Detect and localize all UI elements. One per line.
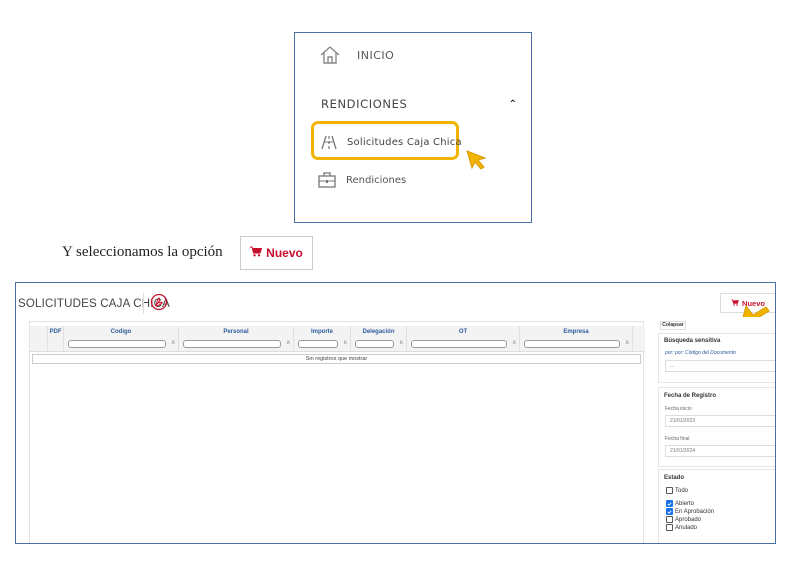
column-header-label: Delegación	[362, 329, 395, 335]
home-icon	[319, 45, 341, 65]
instruction-text: Y seleccionamos la opción	[62, 244, 223, 260]
column-blank	[30, 326, 48, 352]
checkbox[interactable]	[666, 516, 673, 523]
column-delegacion[interactable]: Delegación x	[351, 326, 407, 352]
checkbox-checked[interactable]	[666, 500, 673, 507]
column-header-label: Codigo	[110, 329, 132, 335]
checkbox-label: Todo	[675, 487, 689, 494]
checkbox-checked[interactable]	[666, 508, 673, 515]
filter-input-delegacion[interactable]	[355, 340, 394, 348]
sidebar-item-rendiciones[interactable]: Rendiciones	[318, 172, 406, 188]
search-input[interactable]: ...	[665, 360, 775, 372]
nuevo-label: Nuevo	[266, 246, 303, 260]
checkbox[interactable]	[666, 524, 673, 531]
clear-filter-icon[interactable]: x	[625, 339, 629, 346]
column-ot[interactable]: OT x	[407, 326, 520, 352]
filter-input-empresa[interactable]	[524, 340, 620, 348]
sidebar-item-label: Solicitudes Caja Chica	[347, 137, 462, 148]
checkbox-label: Abierto	[675, 500, 695, 507]
status-checkbox-todo[interactable]: Todo	[666, 487, 688, 494]
column-personal[interactable]: Personal x	[179, 326, 294, 352]
checkbox[interactable]	[666, 487, 673, 494]
column-header-label: Empresa	[563, 329, 589, 335]
sidebar-item-inicio[interactable]: INICIO	[319, 43, 394, 67]
status-checkbox-aprobado[interactable]: Aprobado	[666, 516, 701, 523]
sidebar-item-label: Rendiciones	[346, 174, 407, 186]
clear-filter-icon[interactable]: x	[286, 339, 290, 346]
data-grid: PDF Codigo x Personal x Importe x Delega…	[29, 321, 645, 543]
clear-filter-icon[interactable]: x	[512, 339, 516, 346]
grid-header: PDF Codigo x Personal x Importe x Delega…	[30, 326, 645, 352]
filter-input-ot[interactable]	[411, 340, 507, 348]
sidebar-item-label: INICIO	[357, 48, 395, 62]
status-checkbox-anulado[interactable]: Anulado	[666, 524, 697, 531]
checkbox-label: En Aprobación	[675, 508, 715, 515]
column-header-label: Importe	[310, 329, 333, 335]
search-card: Búsqueda sensitiva por: por: Código del …	[658, 333, 775, 383]
checkbox-label: Aprobado	[675, 516, 702, 523]
search-hint: por: por: Código del Documento	[665, 350, 736, 356]
empty-message: Sin registros que mostrar	[32, 354, 641, 364]
column-pdf[interactable]: PDF	[48, 326, 64, 352]
briefcase-icon	[318, 172, 336, 188]
date-card: Fecha de Registro Fecha inicio 21/01/202…	[658, 387, 775, 467]
collapse-button[interactable]: Colapsar	[660, 321, 686, 330]
column-header-label: PDF	[49, 329, 62, 335]
sidebar-section-rendiciones[interactable]: RENDICIONES ⌃	[321, 97, 517, 111]
start-date-input[interactable]: 21/01/2023	[665, 415, 775, 427]
checkbox-label: Anulado	[675, 524, 698, 531]
section-label: RENDICIONES	[321, 97, 408, 111]
start-date-label: Fecha inicio	[665, 406, 692, 412]
search-title: Búsqueda sensitiva	[664, 338, 721, 344]
filter-panel: Colapsar Búsqueda sensitiva por: por: Có…	[658, 317, 775, 543]
status-checkbox-abierto[interactable]: Abierto	[666, 500, 694, 507]
cart-icon	[250, 246, 263, 260]
sidebar-menu-snapshot: INICIO RENDICIONES ⌃ Solicitudes Caja Ch…	[294, 32, 532, 223]
date-title: Fecha de Registro	[664, 393, 717, 399]
clear-filter-icon[interactable]: x	[343, 339, 347, 346]
clear-filter-icon[interactable]: x	[171, 339, 175, 346]
title-divider	[143, 293, 144, 314]
page-title: SOLICITUDES CAJA CHICA	[18, 298, 171, 310]
sidebar-item-solicitudes-caja-chica[interactable]: Solicitudes Caja Chica	[321, 135, 462, 150]
status-title: Estado	[664, 475, 685, 481]
filter-input-personal[interactable]	[183, 340, 281, 348]
status-checkbox-en-aprobacion[interactable]: En Aprobación	[666, 508, 714, 515]
filter-input-importe[interactable]	[298, 340, 338, 348]
chevron-up-icon[interactable]: ⌃	[509, 99, 517, 110]
road-icon	[321, 135, 337, 150]
column-header-label: OT	[458, 329, 468, 335]
end-date-input[interactable]: 21/01/2024	[665, 445, 775, 457]
cursor-arrow-icon	[465, 149, 487, 175]
app-window: SOLICITUDES CAJA CHICA Nuevo PDF Codigo …	[15, 282, 776, 544]
pdf-icon[interactable]	[150, 293, 168, 311]
filter-input-codigo[interactable]	[68, 340, 166, 348]
clear-filter-icon[interactable]: x	[399, 339, 403, 346]
end-date-label: Fecha final	[665, 436, 690, 442]
status-card: Estado Todo Abierto En Aprobación Aproba…	[658, 469, 775, 543]
column-header-label: Personal	[223, 329, 249, 335]
column-codigo[interactable]: Codigo x	[64, 326, 179, 352]
nuevo-button-sample: Nuevo	[240, 236, 313, 270]
column-empresa[interactable]: Empresa x	[520, 326, 633, 352]
column-importe[interactable]: Importe x	[294, 326, 351, 352]
